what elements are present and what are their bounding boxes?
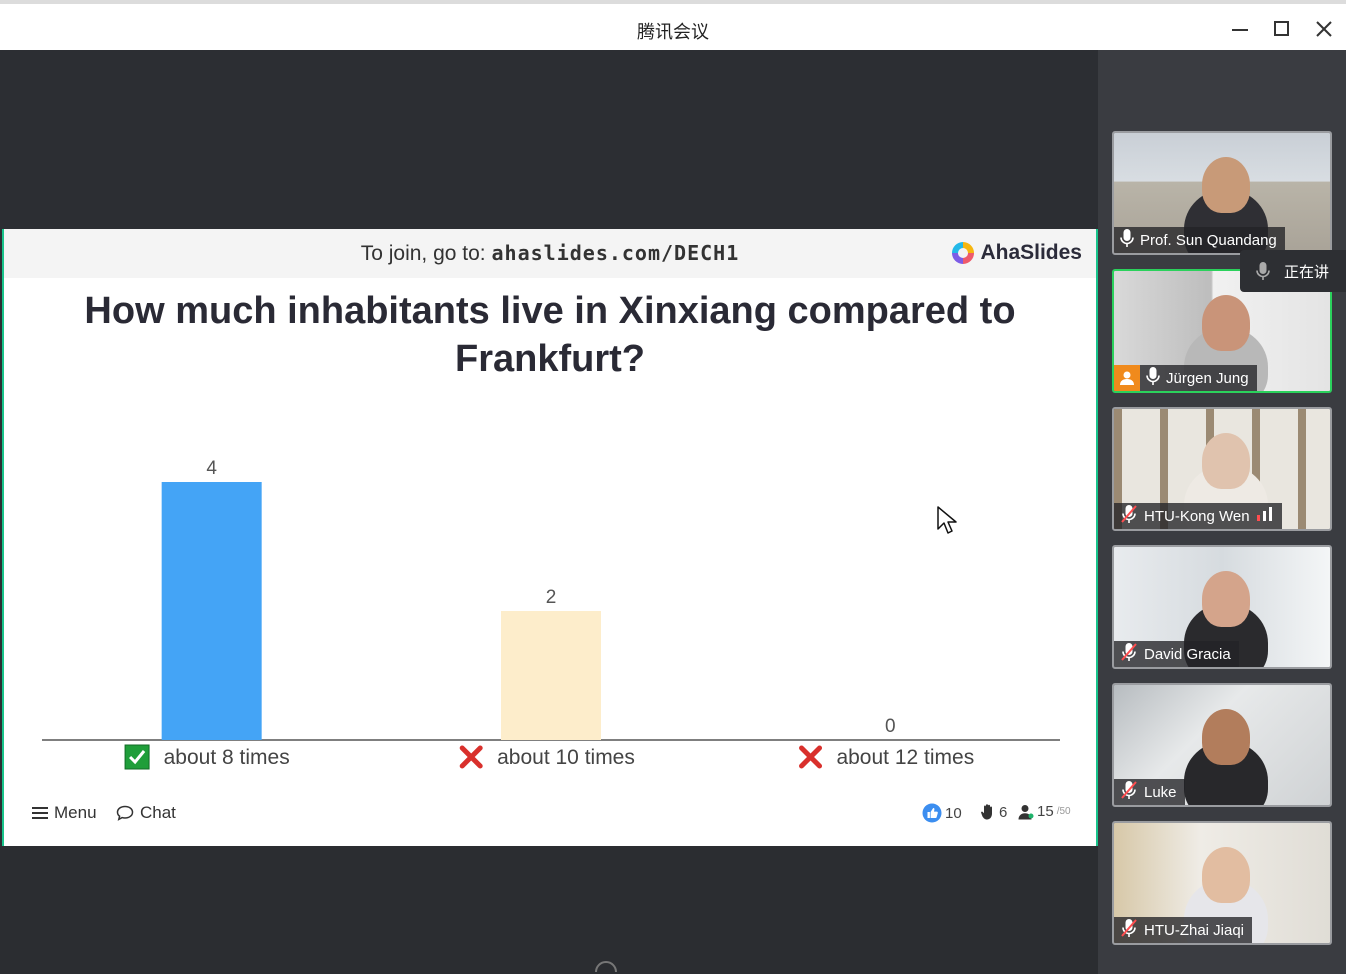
minimize-icon: [1232, 29, 1248, 31]
minimize-button[interactable]: [1225, 14, 1255, 44]
close-button[interactable]: [1309, 14, 1339, 44]
maximize-button[interactable]: [1267, 14, 1297, 44]
hamburger-icon: [32, 807, 48, 819]
speaking-text: 正在讲: [1284, 263, 1330, 281]
close-icon: [1316, 21, 1332, 37]
category-label: about 8 times: [124, 744, 290, 770]
category-label: about 10 times: [459, 745, 635, 769]
menu-button[interactable]: Menu: [32, 803, 97, 823]
microphone-icon: [1256, 262, 1270, 280]
chat-label: Chat: [140, 803, 176, 822]
participant-name: David Gracia: [1144, 645, 1231, 663]
category-text: about 10 times: [497, 746, 635, 769]
menu-label: Menu: [54, 803, 97, 822]
microphone-icon: [1146, 366, 1160, 390]
participant-name: Luke: [1144, 783, 1177, 801]
data-label: 4: [206, 458, 217, 479]
chat-button[interactable]: Chat: [116, 803, 176, 823]
participant-face: [1202, 709, 1250, 765]
correct-check-icon: [124, 744, 150, 770]
microphone-muted-icon: [1120, 918, 1138, 942]
participant-tile[interactable]: Luke: [1112, 683, 1332, 807]
hands-count: 6: [999, 803, 1008, 821]
audience-count: 15: [1037, 803, 1054, 820]
person-icon: [1018, 804, 1034, 819]
participant-name-bar: Jürgen Jung: [1114, 365, 1257, 391]
participant-face: [1202, 433, 1250, 489]
participant-face: [1202, 571, 1250, 627]
chat-bubble-icon: [116, 805, 134, 821]
window-title: 腾讯会议: [637, 22, 709, 43]
participant-name-bar: HTU-Kong Wen: [1114, 503, 1282, 529]
participant-face: [1202, 157, 1250, 213]
results-bar-chart: 4 about 8 times 2 about 10 times 0 about 12 t…: [42, 458, 1060, 770]
participant-name: Jürgen Jung: [1166, 369, 1249, 387]
raised-hand-icon: [981, 804, 992, 820]
slide: To join, go to: ahaslides.com/DECH1 AhaS…: [2, 229, 1098, 846]
maximize-icon: [1274, 21, 1289, 36]
host-badge-icon: [1114, 365, 1140, 391]
audience-counter: 15/50: [1018, 803, 1071, 820]
hands-counter: 6: [980, 803, 1007, 821]
data-label: 0: [885, 716, 896, 737]
shared-screen-bottom: [0, 846, 1098, 974]
participant-name-bar: Luke: [1114, 779, 1185, 805]
participant-tile[interactable]: Prof. Sun Quandang: [1112, 131, 1332, 255]
meeting-window: 腾讯会议 To join, go to: ahaslides.com/DECH1…: [0, 0, 1346, 974]
participant-tile[interactable]: HTU-Kong Wen: [1112, 407, 1332, 531]
bar: [161, 482, 262, 740]
signal-strength-icon: [1256, 507, 1274, 525]
category-text: about 8 times: [164, 746, 290, 769]
participant-name: HTU-Zhai Jiaqi: [1144, 921, 1245, 939]
likes-count: 10: [945, 804, 962, 822]
likes-counter: 10: [922, 803, 962, 823]
participant-name-bar: HTU-Zhai Jiaqi: [1114, 917, 1253, 943]
category-text: about 12 times: [836, 746, 974, 769]
category-label: about 12 times: [799, 745, 974, 769]
participant-name: Prof. Sun Quandang: [1140, 231, 1277, 249]
participant-tile[interactable]: HTU-Zhai Jiaqi: [1112, 821, 1332, 945]
audience-max: /50: [1056, 806, 1071, 817]
thumbs-up-icon: [922, 803, 942, 823]
mouse-cursor-icon: [937, 506, 957, 534]
participant-tile[interactable]: David Gracia: [1112, 545, 1332, 669]
data-label: 2: [546, 587, 557, 608]
bar: [501, 611, 601, 740]
participant-name: HTU-Kong Wen: [1144, 507, 1250, 525]
title-bar: 腾讯会议: [0, 0, 1346, 50]
scroll-handle-icon[interactable]: [594, 960, 618, 974]
wrong-cross-icon: [799, 745, 823, 769]
slide-footer: Menu Chat 10 6 15/50: [4, 791, 1096, 846]
speaking-indicator: 正在讲: [1240, 250, 1346, 292]
microphone-muted-icon: [1120, 780, 1138, 804]
microphone-muted-icon: [1120, 642, 1138, 666]
participant-name-bar: David Gracia: [1114, 641, 1239, 667]
microphone-muted-icon: [1120, 504, 1138, 528]
participant-face: [1202, 847, 1250, 903]
participant-face: [1202, 295, 1250, 351]
microphone-icon: [1120, 228, 1134, 252]
wrong-cross-icon: [459, 745, 483, 769]
